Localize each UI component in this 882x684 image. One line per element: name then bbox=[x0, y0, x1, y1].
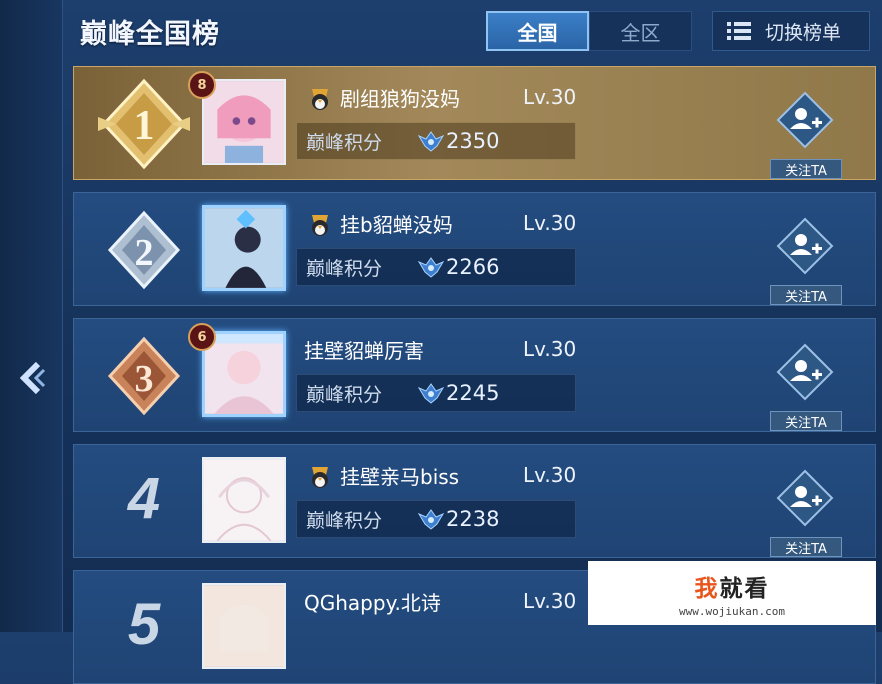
avatar-level-badge: 6 bbox=[188, 323, 216, 351]
peak-score-icon bbox=[418, 257, 444, 278]
score-value: 2266 bbox=[446, 255, 500, 279]
bronze-rank-icon: 3 bbox=[107, 336, 181, 416]
follow-button[interactable]: 关注TA bbox=[770, 411, 842, 431]
avatar[interactable] bbox=[202, 457, 286, 543]
switch-leaderboard-label: 切换榜单 bbox=[765, 21, 842, 44]
rank-penguin-icon bbox=[312, 215, 328, 236]
player-level: Lv.30 bbox=[523, 85, 577, 109]
switch-leaderboard-button[interactable]: 切换榜单 bbox=[712, 11, 870, 51]
rank-penguin-icon bbox=[312, 467, 328, 488]
follow-user-icon[interactable] bbox=[776, 91, 834, 149]
rank-number: 4 bbox=[127, 466, 161, 531]
avatar[interactable] bbox=[202, 205, 286, 291]
avatar-level-badge: 8 bbox=[188, 71, 216, 99]
follow-button[interactable]: 关注TA bbox=[770, 285, 842, 305]
gold-rank-icon: 1 bbox=[98, 78, 190, 170]
score-box: 巅峰积分 2266 bbox=[296, 248, 576, 286]
player-name[interactable]: 挂壁貂蝉厉害 bbox=[304, 335, 424, 364]
player-level: Lv.30 bbox=[523, 589, 577, 613]
ranking-row-4[interactable]: 4 挂壁亲马biss Lv.30 巅峰积分 2238 关注TA bbox=[73, 444, 876, 558]
follow-user-icon[interactable] bbox=[776, 217, 834, 275]
score-label: 巅峰积分 bbox=[306, 509, 383, 532]
avatar[interactable] bbox=[202, 583, 286, 669]
rank-penguin-icon bbox=[312, 89, 328, 110]
peak-score-icon bbox=[418, 131, 444, 152]
follow-button[interactable]: 关注TA bbox=[770, 159, 842, 179]
rank-number: 1 bbox=[134, 103, 155, 149]
ranking-row-1[interactable]: 1 8 剧组狼狗没妈 Lv.30 巅峰积分 2350 关注TA bbox=[73, 66, 876, 180]
avatar[interactable] bbox=[202, 331, 286, 417]
rank-number: 2 bbox=[135, 232, 154, 274]
follow-button[interactable]: 关注TA bbox=[770, 537, 842, 557]
peak-score-icon bbox=[418, 383, 444, 404]
tab-national[interactable]: 全国 bbox=[486, 11, 589, 51]
score-label: 巅峰积分 bbox=[306, 257, 383, 280]
player-level: Lv.30 bbox=[523, 463, 577, 487]
score-value: 2245 bbox=[446, 381, 500, 405]
follow-user-icon[interactable] bbox=[776, 469, 834, 527]
player-level: Lv.30 bbox=[523, 337, 577, 361]
follow-user-icon[interactable] bbox=[776, 343, 834, 401]
score-value: 2350 bbox=[446, 129, 500, 153]
silver-rank-icon: 2 bbox=[107, 210, 181, 290]
back-arrow-icon[interactable] bbox=[14, 358, 48, 398]
score-label: 巅峰积分 bbox=[306, 131, 383, 154]
side-rail bbox=[0, 0, 63, 632]
player-name[interactable]: 剧组狼狗没妈 bbox=[340, 83, 460, 112]
score-box: 巅峰积分 2350 bbox=[296, 122, 576, 160]
ranking-row-2[interactable]: 2 挂b貂蝉没妈 Lv.30 巅峰积分 2266 关注TA bbox=[73, 192, 876, 306]
watermark: 我就看 www.wojiukan.com bbox=[588, 561, 876, 625]
tab-region[interactable]: 全区 bbox=[589, 11, 692, 51]
player-level: Lv.30 bbox=[523, 211, 577, 235]
rank-number: 5 bbox=[127, 592, 161, 657]
watermark-brand: 我就看 bbox=[694, 575, 770, 602]
player-name[interactable]: 挂b貂蝉没妈 bbox=[340, 209, 453, 238]
score-box: 巅峰积分 2238 bbox=[296, 500, 576, 538]
player-name[interactable]: 挂壁亲马biss bbox=[340, 461, 459, 490]
page-title: 巅峰全国榜 bbox=[80, 19, 220, 50]
score-box: 巅峰积分 2245 bbox=[296, 374, 576, 412]
peak-score-icon bbox=[418, 509, 444, 530]
score-label: 巅峰积分 bbox=[306, 383, 383, 406]
watermark-url: www.wojiukan.com bbox=[679, 604, 785, 618]
rank-number: 3 bbox=[135, 358, 154, 400]
list-icon bbox=[727, 22, 751, 40]
avatar[interactable] bbox=[202, 79, 286, 165]
ranking-row-3[interactable]: 3 6 挂壁貂蝉厉害 Lv.30 巅峰积分 2245 关注TA bbox=[73, 318, 876, 432]
player-name[interactable]: QGhappy.北诗 bbox=[304, 587, 441, 616]
score-value: 2238 bbox=[446, 507, 500, 531]
